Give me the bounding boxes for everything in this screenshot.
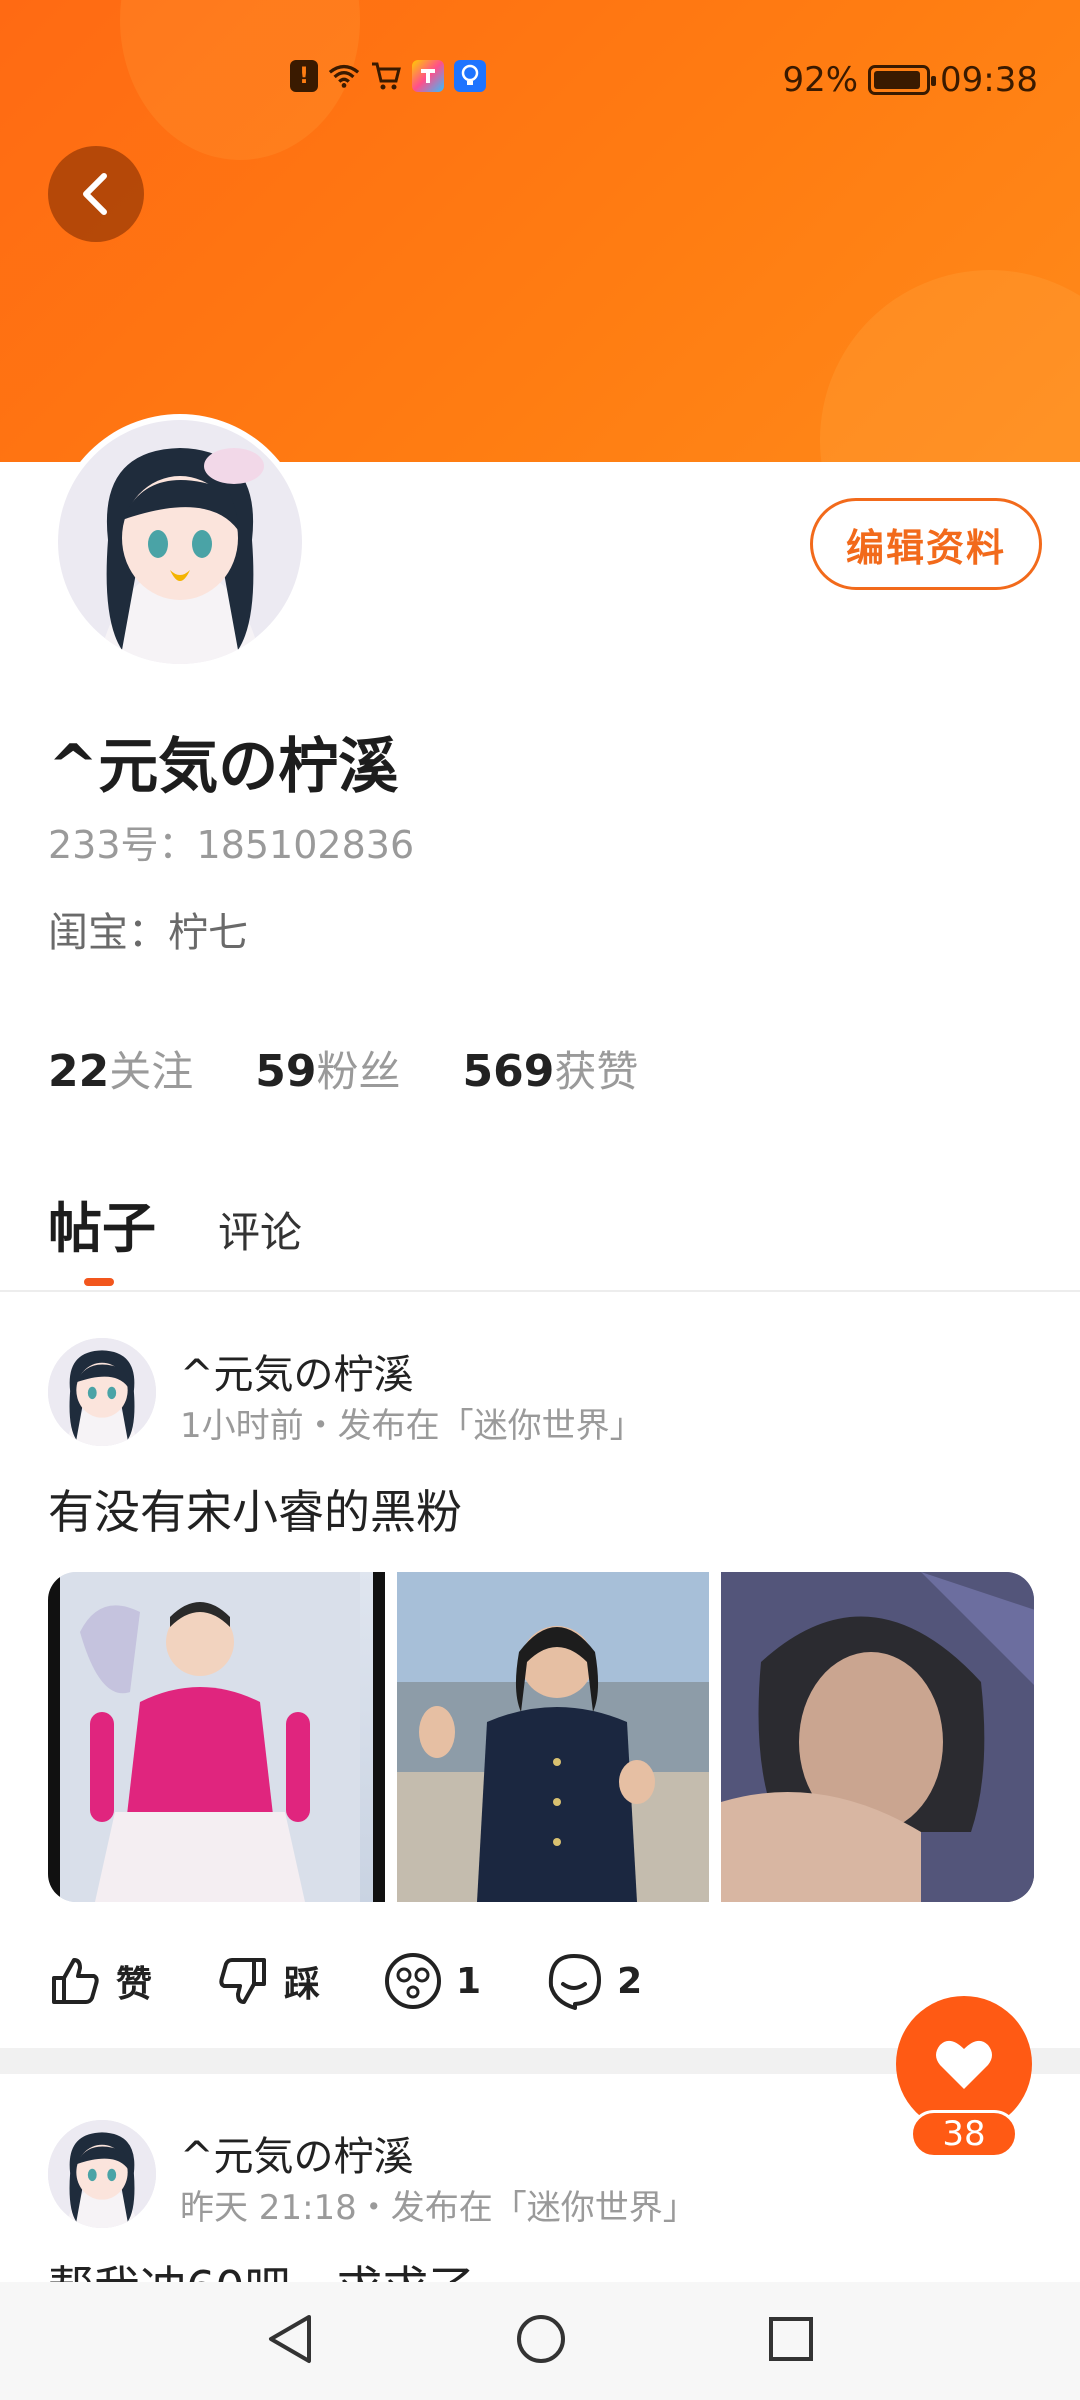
post-image[interactable] (721, 1572, 1034, 1902)
dizzy-face-icon (385, 1953, 442, 2009)
avatar[interactable] (48, 2120, 156, 2228)
comment-icon (549, 1954, 602, 2010)
post-meta: 1小时前・发布在「迷你世界」 (180, 1406, 644, 1446)
stat-number: 569 (462, 1046, 555, 1097)
profile-header-background: ! 92% 09:38 (0, 0, 1080, 462)
cart-icon (370, 60, 402, 92)
nav-home-button[interactable] (515, 2313, 567, 2369)
wifi-icon (328, 60, 360, 92)
clock: 09:38 (940, 60, 1038, 100)
like-button[interactable]: 赞 (48, 1954, 152, 2008)
battery-percent: 92% (782, 60, 859, 100)
back-button[interactable] (48, 146, 144, 242)
tab-comments[interactable]: 评论 (218, 1199, 302, 1260)
battery-fill (874, 71, 921, 89)
tab-indicator (84, 1278, 114, 1286)
stat-likes[interactable]: 569获赞 (463, 1038, 639, 1099)
post-card[interactable]: ^元気の柠溪 1小时前・发布在「迷你世界」 有没有宋小睿的黑粉 赞 踩 1 2 (0, 1292, 1080, 2048)
stat-label: 粉丝 (316, 1047, 401, 1096)
alert-icon: ! (290, 60, 318, 92)
stat-number: 22 (48, 1046, 110, 1097)
profile-tabs: 帖子 评论 (48, 1184, 302, 1263)
square-recents-icon (769, 2317, 813, 2361)
profile-bestie[interactable]: 闺宝：柠七 (48, 900, 248, 958)
circle-home-icon (517, 2315, 565, 2363)
post-image[interactable] (48, 1572, 385, 1902)
lightbulb-icon (454, 60, 486, 92)
edit-profile-button[interactable]: 编辑资料 (810, 498, 1042, 590)
comment-count: 2 (617, 1960, 643, 2002)
post-author[interactable]: ^元気の柠溪 (180, 1342, 414, 1400)
battery-icon (868, 65, 937, 95)
chevron-left-icon (83, 173, 107, 215)
status-right: 92% 09:38 (782, 60, 1038, 100)
heart-icon (936, 2040, 992, 2089)
avatar-image (58, 420, 302, 664)
post-image[interactable] (396, 1572, 710, 1902)
reaction-button[interactable]: 1 (384, 1952, 481, 2010)
nav-recents-button[interactable] (767, 2315, 815, 2367)
tab-posts[interactable]: 帖子 (48, 1184, 156, 1263)
profile-avatar[interactable] (52, 414, 308, 670)
thumbs-up-icon (52, 1958, 99, 2004)
triangle-back-icon (269, 2315, 311, 2363)
nav-back-button[interactable] (265, 2313, 315, 2369)
post-author[interactable]: ^元気の柠溪 (180, 2124, 414, 2182)
thumbs-down-icon (219, 1958, 267, 2004)
avatar[interactable] (48, 1338, 156, 1446)
post-actions: 赞 踩 1 2 (48, 1952, 706, 2010)
stat-label: 获赞 (554, 1047, 639, 1096)
header-decor (820, 270, 1080, 462)
like-label: 赞 (116, 1964, 153, 2005)
like-count-badge: 38 (910, 2110, 1018, 2158)
stat-number: 59 (255, 1046, 317, 1097)
status-bar: ! 92% 09:38 (0, 52, 1080, 108)
app-icon (412, 60, 444, 92)
status-icons: ! (290, 60, 486, 92)
stat-label: 关注 (109, 1047, 194, 1096)
dislike-button[interactable]: 踩 (216, 1954, 320, 2008)
dislike-label: 踩 (284, 1964, 321, 2005)
post-meta: 昨天 21:18・发布在「迷你世界」 (180, 2188, 697, 2228)
profile-id: 233号：185102836 (48, 823, 415, 867)
post-images (48, 1572, 1034, 1902)
comment-button[interactable]: 2 (545, 1952, 642, 2010)
stat-following[interactable]: 22关注 (48, 1038, 193, 1099)
system-navigation-bar (0, 2282, 1080, 2400)
stat-followers[interactable]: 59粉丝 (255, 1038, 400, 1099)
profile-stats: 22关注 59粉丝 569获赞 (48, 1038, 638, 1099)
reaction-count: 1 (456, 1960, 482, 2002)
post-title[interactable]: 有没有宋小睿的黑粉 (48, 1476, 462, 1542)
profile-name: ^元気の柠溪 (48, 732, 399, 802)
